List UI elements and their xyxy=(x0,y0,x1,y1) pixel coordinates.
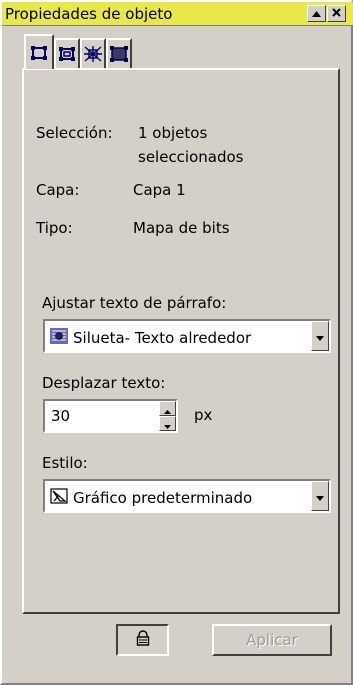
wrap-dropdown-value: Silueta- Texto alrededor xyxy=(49,327,251,349)
wrap-label: Ajustar texto de párrafo: xyxy=(42,294,227,312)
tab-wrap[interactable] xyxy=(80,38,106,68)
wrap-dropdown[interactable]: Silueta- Texto alrededor xyxy=(43,319,331,353)
object-frame-icon xyxy=(30,45,48,61)
layer-label: Capa: xyxy=(36,181,80,199)
apply-button[interactable]: Aplicar xyxy=(212,624,332,656)
window-title: Propiedades de objeto xyxy=(5,5,173,23)
object-properties-window: Propiedades de objeto Selección: 1 objet… xyxy=(0,0,353,685)
type-label: Tipo: xyxy=(36,219,73,237)
style-value-text: Gráfico predeterminado xyxy=(73,489,253,507)
triangle-down-icon xyxy=(164,415,171,433)
triangle-up-icon xyxy=(312,8,321,19)
selection-label: Selección: xyxy=(36,124,113,142)
type-value: Mapa de bits xyxy=(133,219,230,237)
tab-strip xyxy=(24,34,132,69)
tab-fill[interactable] xyxy=(106,38,132,68)
chevron-down-icon xyxy=(316,487,324,505)
offset-spinner[interactable]: 30 xyxy=(43,399,178,433)
offset-value[interactable]: 30 xyxy=(51,407,70,425)
rollup-button[interactable] xyxy=(307,5,326,22)
selection-value-cont: seleccionados xyxy=(138,148,244,166)
style-dropdown-value: Gráfico predeterminado xyxy=(49,487,252,509)
graphic-style-icon xyxy=(49,487,69,509)
lock-button[interactable] xyxy=(116,624,169,656)
lock-icon xyxy=(135,630,151,650)
outline-frame-icon xyxy=(58,46,76,62)
style-dropdown[interactable]: Gráfico predeterminado xyxy=(43,479,331,513)
wrap-text-icon xyxy=(83,45,103,63)
chevron-down-icon xyxy=(316,327,324,345)
fill-frame-icon xyxy=(109,45,129,63)
layer-value: Capa 1 xyxy=(133,181,186,199)
close-button[interactable] xyxy=(327,5,346,22)
wrap-dropdown-button[interactable] xyxy=(311,321,329,351)
selection-value: 1 objetos xyxy=(138,124,208,142)
offset-unit: px xyxy=(194,406,213,424)
style-dropdown-button[interactable] xyxy=(311,481,329,511)
wrap-value-text: Silueta- Texto alrededor xyxy=(73,329,252,347)
spin-down-button[interactable] xyxy=(159,416,176,431)
style-label: Estilo: xyxy=(42,454,88,472)
offset-label: Desplazar texto: xyxy=(42,374,166,392)
close-icon xyxy=(332,7,341,20)
spinner-buttons xyxy=(159,401,176,431)
title-bar[interactable]: Propiedades de objeto xyxy=(2,2,353,26)
tab-general[interactable] xyxy=(24,34,54,69)
contour-wrap-icon xyxy=(49,327,69,349)
tab-outline[interactable] xyxy=(54,38,80,68)
